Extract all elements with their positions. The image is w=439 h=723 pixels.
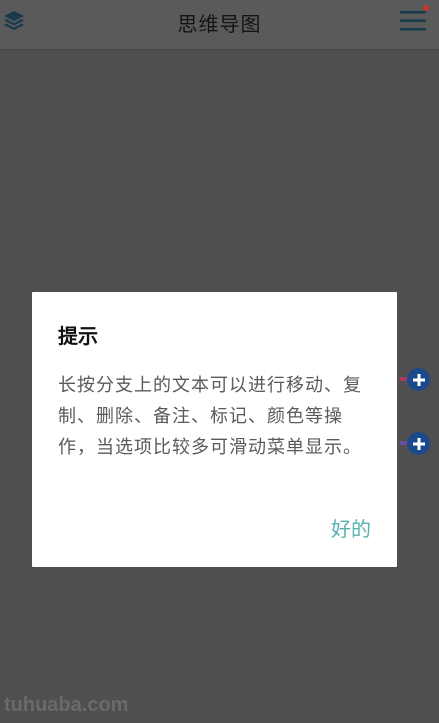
watermark: tuhuaba.com xyxy=(4,694,129,716)
add-node-button[interactable] xyxy=(407,432,430,455)
tip-dialog: 提示 长按分支上的文本可以进行移动、复制、删除、备注、标记、颜色等操作，当选项比… xyxy=(32,292,397,567)
ok-button[interactable]: 好的 xyxy=(331,513,371,542)
notification-dot xyxy=(423,5,429,11)
add-node-button[interactable] xyxy=(407,368,430,391)
menu-icon[interactable] xyxy=(399,5,429,34)
top-bar: 思维导图 xyxy=(0,0,439,50)
page-title: 思维导图 xyxy=(177,12,262,36)
dialog-message: 长按分支上的文本可以进行移动、复制、删除、备注、标记、颜色等操作，当选项比较多可… xyxy=(58,375,362,458)
dialog-title: 提示 xyxy=(58,324,98,348)
